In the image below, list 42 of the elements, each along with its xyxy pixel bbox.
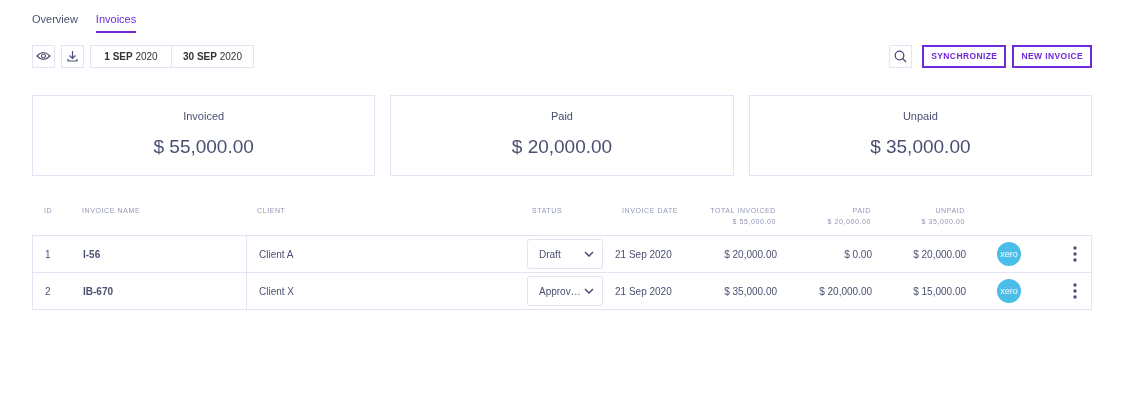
summary-value: $ 35,000.00 (870, 136, 971, 158)
id-cell-text: 2 (44, 285, 52, 297)
action-button[interactable]: SYNCHRONIZE (922, 44, 1007, 68)
tab[interactable]: Invoices (95, 10, 137, 33)
chevron-down-icon (584, 288, 594, 294)
summary-label: Invoiced (183, 110, 225, 122)
download-button[interactable] (61, 44, 84, 68)
xero-logo: xero (997, 242, 1021, 266)
amount-cell-text: $ 15,000.00 (912, 285, 967, 297)
xero-logo: xero (997, 279, 1021, 303)
end-date-button[interactable]: 30 SEP 2020 (172, 44, 254, 68)
view-button[interactable] (32, 44, 55, 68)
tab[interactable]: Overview (32, 10, 78, 33)
amount-cell-text: $ 20,000.00 (818, 285, 873, 297)
amount-cell-text: $ 20,000.00 (723, 248, 778, 260)
status-dropdown[interactable]: Draft (527, 239, 603, 269)
client-cell: Client A (259, 248, 294, 260)
chevron-down-icon (584, 251, 594, 257)
summary-value: $ 20,000.00 (511, 136, 613, 158)
amount-cell-text: $ 20,000.00 (912, 248, 967, 260)
download-icon (67, 50, 78, 62)
status-dropdown[interactable]: Approv… (527, 276, 603, 306)
amount-cell-text: $ 0.00 (843, 248, 873, 260)
eye-icon (36, 51, 51, 61)
amount-cell-text: $ 35,000.00 (723, 285, 778, 297)
client-cell: Client X (259, 285, 294, 297)
action-button[interactable]: NEW INVOICE (1012, 44, 1092, 68)
search-icon (894, 49, 908, 63)
start-date-button[interactable]: 1 SEP 2020 (90, 44, 172, 68)
summary-label: Unpaid (902, 110, 938, 122)
summary-value: $ 55,000.00 (153, 136, 254, 158)
invoice-name-cell-text: I-56 (82, 248, 102, 260)
search-button[interactable] (889, 44, 913, 68)
more-vertical-icon (1073, 246, 1077, 262)
summary-label: Paid (550, 110, 573, 122)
more-button[interactable] (1073, 246, 1077, 262)
id-cell-text: 1 (44, 248, 52, 260)
date-cell-text: 21 Sep 2020 (614, 285, 673, 297)
invoice-name-cell-text: IB-670 (82, 285, 114, 297)
more-vertical-icon (1073, 283, 1077, 299)
more-button[interactable] (1073, 283, 1077, 299)
date-cell-text: 21 Sep 2020 (614, 248, 673, 260)
